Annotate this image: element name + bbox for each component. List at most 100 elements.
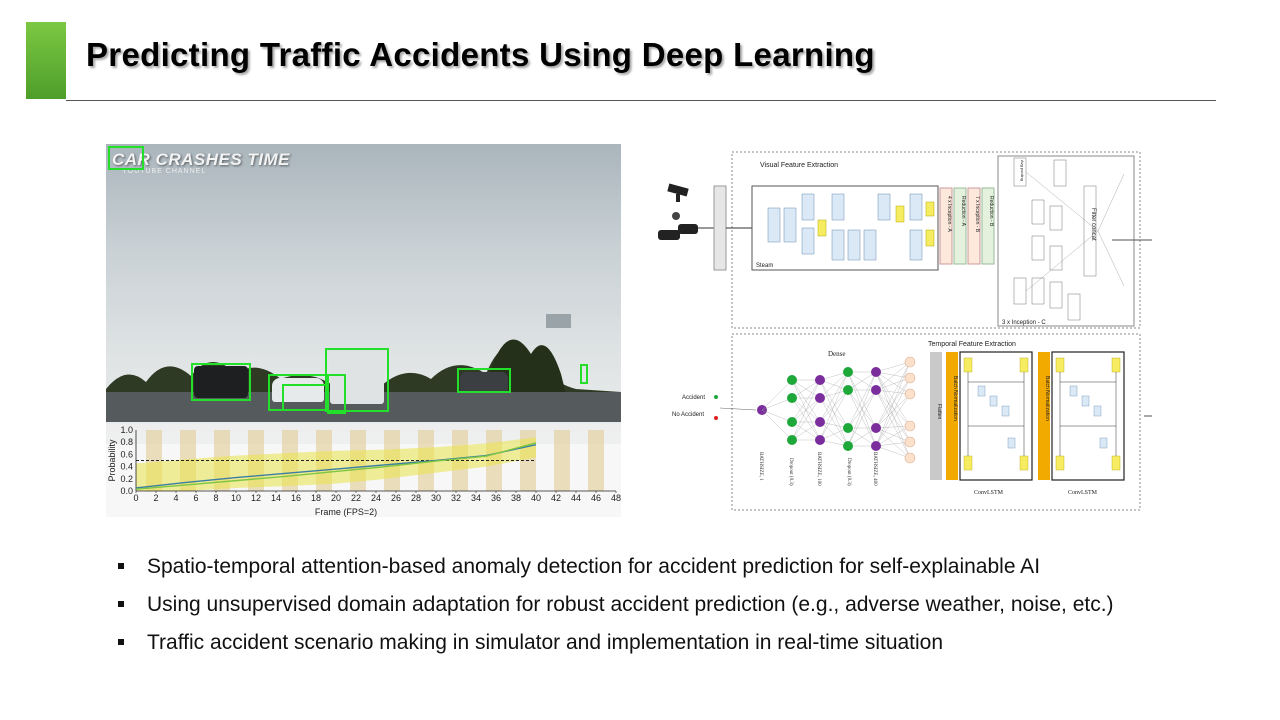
x-tick-label: 12 (251, 493, 261, 503)
x-tick-label: 36 (491, 493, 501, 503)
layer-label: BATHSIZE, 100 (816, 452, 821, 486)
reduction-a-label: Reduction - A (960, 196, 966, 227)
detection-box (457, 368, 511, 393)
inception-a-label: 4 x Inception - A (946, 196, 952, 233)
nn-node (843, 423, 853, 433)
nn-node (871, 441, 881, 451)
nn-node (815, 375, 825, 385)
lstm-gate (1055, 357, 1065, 373)
inception-c-layers (1013, 157, 1081, 321)
detection-box (191, 363, 251, 401)
lstm-gate (1055, 455, 1065, 471)
crash-car-icon (658, 212, 698, 240)
x-tick-label: 40 (531, 493, 541, 503)
x-tick-label: 22 (351, 493, 361, 503)
lstm-unit (1007, 437, 1016, 449)
lstm-unit (1081, 395, 1090, 407)
filter-concat-label: Filter concat (1090, 208, 1096, 241)
detection-box (282, 384, 328, 411)
x-tick-label: 2 (153, 493, 158, 503)
title-accent-bar (26, 22, 66, 99)
y-tick-label: 0.6 (120, 449, 133, 459)
nn-node (815, 435, 825, 445)
nn-edge (875, 427, 911, 443)
batchnorm-label-1: Batch Normalization (952, 376, 958, 421)
layer-label: BATHSIZE, 1 (758, 452, 763, 481)
nn-node (871, 423, 881, 433)
x-tick-label: 38 (511, 493, 521, 503)
x-tick-label: 10 (231, 493, 241, 503)
detection-box (327, 374, 346, 414)
nn-node (815, 393, 825, 403)
y-tick-label: 0.2 (120, 474, 133, 484)
lstm-gate (1111, 357, 1121, 373)
probability-chart-svg: 0 2 4 6 8 10 12 14 16 18 20 22 24 26 28 30 32 34 36 38 40 42 4… (107, 425, 621, 517)
bullet-marker (118, 639, 124, 645)
x-tick-label: 48 (611, 493, 621, 503)
lstm-unit (977, 385, 986, 397)
lstm-gate (1019, 357, 1029, 373)
x-tick-label: 26 (391, 493, 401, 503)
nn-node (904, 372, 916, 384)
detection-box (108, 146, 144, 170)
y-tick-label: 1.0 (120, 425, 133, 435)
batchnorm-label-2: Batch Normalization (1044, 376, 1050, 421)
nn-edge (875, 393, 911, 447)
nn-node (787, 435, 797, 445)
bullet-marker (118, 563, 124, 569)
convlstm-label-2: ConvLSTM (1068, 490, 1098, 496)
reduction-b-label: Reduction - B (988, 196, 994, 227)
no-accident-label: No Accident (672, 412, 704, 418)
lstm-unit (1093, 405, 1102, 417)
y-axis-label: Probability (107, 439, 117, 482)
y-tick-label: 0.8 (120, 437, 133, 447)
nn-node (904, 436, 916, 448)
visual-title: Visual Feature Extraction (760, 162, 838, 169)
x-tick-label: 18 (311, 493, 321, 503)
lstm-unit (989, 395, 998, 407)
nn-edge (875, 361, 911, 391)
x-tick-label: 32 (451, 493, 461, 503)
nn-edge (719, 407, 757, 411)
x-tick-label: 8 (213, 493, 218, 503)
nn-edge (875, 371, 911, 443)
nn-edge (761, 379, 793, 411)
x-tick-label: 20 (331, 493, 341, 503)
steam-label: Steam (756, 263, 773, 269)
nn-node (871, 385, 881, 395)
bullet-item: Traffic accident scenario making in simu… (118, 628, 1114, 666)
bullet-text: Spatio-temporal attention-based anomaly … (147, 555, 1041, 578)
nn-node (815, 417, 825, 427)
slide-title: Predicting Traffic Accidents Using Deep … (86, 36, 875, 73)
inception-c-connectors (1025, 171, 1125, 292)
nn-node (787, 393, 797, 403)
dense-label: Dense (828, 350, 846, 358)
layer-label: BATHSIZE, 400 (872, 452, 877, 486)
inception-b-label: 7 x Inception - B (974, 196, 980, 233)
bullet-item: Spatio-temporal attention-based anomaly … (118, 552, 1114, 590)
dashcam-image: CAR CRASHES TIME YOUTUBE CHANNEL 0 2 4 6 8 10… (106, 144, 621, 517)
nn-edge (875, 361, 911, 447)
lstm-gate (1111, 455, 1121, 471)
inception-c-label: 3 x Inception - C (1002, 320, 1046, 326)
nn-node (787, 417, 797, 427)
neural-network (719, 356, 916, 464)
nn-edge (875, 389, 911, 443)
nn-node (843, 441, 853, 451)
nn-node (904, 356, 916, 368)
lstm-unit (1001, 405, 1010, 417)
lstm-gate (963, 455, 973, 471)
x-tick-label: 46 (591, 493, 601, 503)
x-tick-label: 4 (173, 493, 178, 503)
x-tick-label: 16 (291, 493, 301, 503)
nn-node (843, 385, 853, 395)
nn-edge (875, 361, 911, 373)
nn-node (904, 452, 916, 464)
accident-label: Accident (682, 395, 705, 401)
chart-stripe (588, 430, 604, 491)
title-divider (66, 100, 1216, 101)
x-tick-label: 28 (411, 493, 421, 503)
lstm-unit (1099, 437, 1108, 449)
nn-edge (875, 371, 911, 459)
accident-dot (714, 395, 718, 399)
